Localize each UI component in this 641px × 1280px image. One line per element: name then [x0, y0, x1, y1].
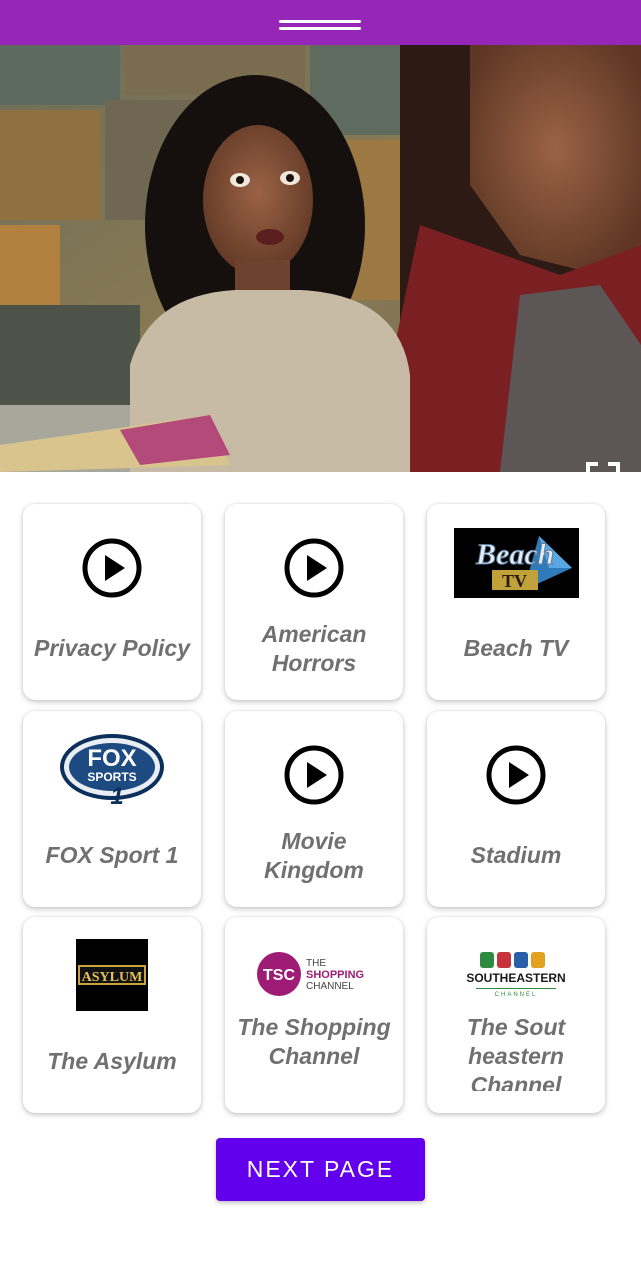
channel-label: The Sout heastern Channel: [466, 1014, 566, 1091]
tsc-logo: TSC THE SHOPPING CHANNEL: [257, 952, 364, 996]
svg-text:CHANNEL: CHANNEL: [306, 981, 354, 992]
channel-label: Privacy Policy: [34, 635, 190, 661]
svg-text:FOX: FOX: [87, 745, 136, 772]
svg-text:TSC: TSC: [263, 967, 295, 984]
channel-label: Stadium: [470, 842, 562, 868]
channel-card-shopping-channel[interactable]: TSC THE SHOPPING CHANNEL The Shopping Ch…: [225, 917, 403, 1113]
svg-text:SHOPPING: SHOPPING: [306, 969, 364, 981]
channel-label: FOX Sport 1: [45, 842, 179, 868]
drag-handle-icon[interactable]: [279, 20, 361, 31]
channel-card-fox-sport-1[interactable]: FOX SPORTS 1 FOX Sport 1: [23, 711, 201, 907]
beach-tv-logo: Beach TV: [453, 528, 579, 598]
channel-card-movie-kingdom[interactable]: Movie Kingdom: [225, 711, 403, 907]
play-circle-icon: [486, 745, 546, 805]
asylum-logo: ASYLUM: [76, 939, 148, 1011]
channel-card-the-asylum[interactable]: ASYLUM The Asylum: [23, 917, 201, 1113]
next-page-button[interactable]: NEXT PAGE: [216, 1138, 425, 1201]
svg-text:THE: THE: [306, 958, 326, 969]
channel-card-privacy-policy[interactable]: Privacy Policy: [23, 504, 201, 700]
svg-text:ASYLUM: ASYLUM: [82, 970, 143, 985]
svg-text:SPORTS: SPORTS: [87, 770, 136, 784]
svg-text:1: 1: [110, 783, 123, 805]
svg-text:CHANNEL: CHANNEL: [495, 992, 538, 998]
top-app-bar: [0, 0, 641, 45]
svg-text:Beach: Beach: [475, 538, 554, 571]
channel-label: American Horrors: [261, 620, 367, 676]
southeastern-channel-logo: SOUTHEASTERN CHANNEL: [466, 952, 566, 998]
channel-card-stadium[interactable]: Stadium: [427, 711, 605, 907]
svg-text:SOUTHEASTERN: SOUTHEASTERN: [466, 971, 565, 985]
play-circle-icon: [284, 538, 344, 598]
video-frame: [0, 45, 641, 472]
fullscreen-icon[interactable]: [586, 462, 620, 472]
channel-card-beach-tv[interactable]: Beach TV Beach TV: [427, 504, 605, 700]
channel-label: The Asylum: [47, 1048, 177, 1074]
fox-sports-1-logo: FOX SPORTS 1: [60, 734, 164, 805]
channel-card-american-horrors[interactable]: American Horrors: [225, 504, 403, 700]
channel-label: The Shopping Channel: [237, 1014, 391, 1069]
channel-grid: Privacy Policy American Horrors Beach TV…: [18, 489, 622, 1118]
play-circle-icon: [82, 538, 142, 598]
channel-card-southeastern-channel[interactable]: SOUTHEASTERN CHANNEL The Sout heastern C…: [427, 917, 605, 1113]
channel-label: Beach TV: [463, 635, 569, 661]
channel-label: Movie Kingdom: [264, 827, 364, 883]
play-circle-icon: [284, 745, 344, 805]
svg-text:TV: TV: [502, 571, 527, 591]
video-player[interactable]: [0, 45, 641, 472]
